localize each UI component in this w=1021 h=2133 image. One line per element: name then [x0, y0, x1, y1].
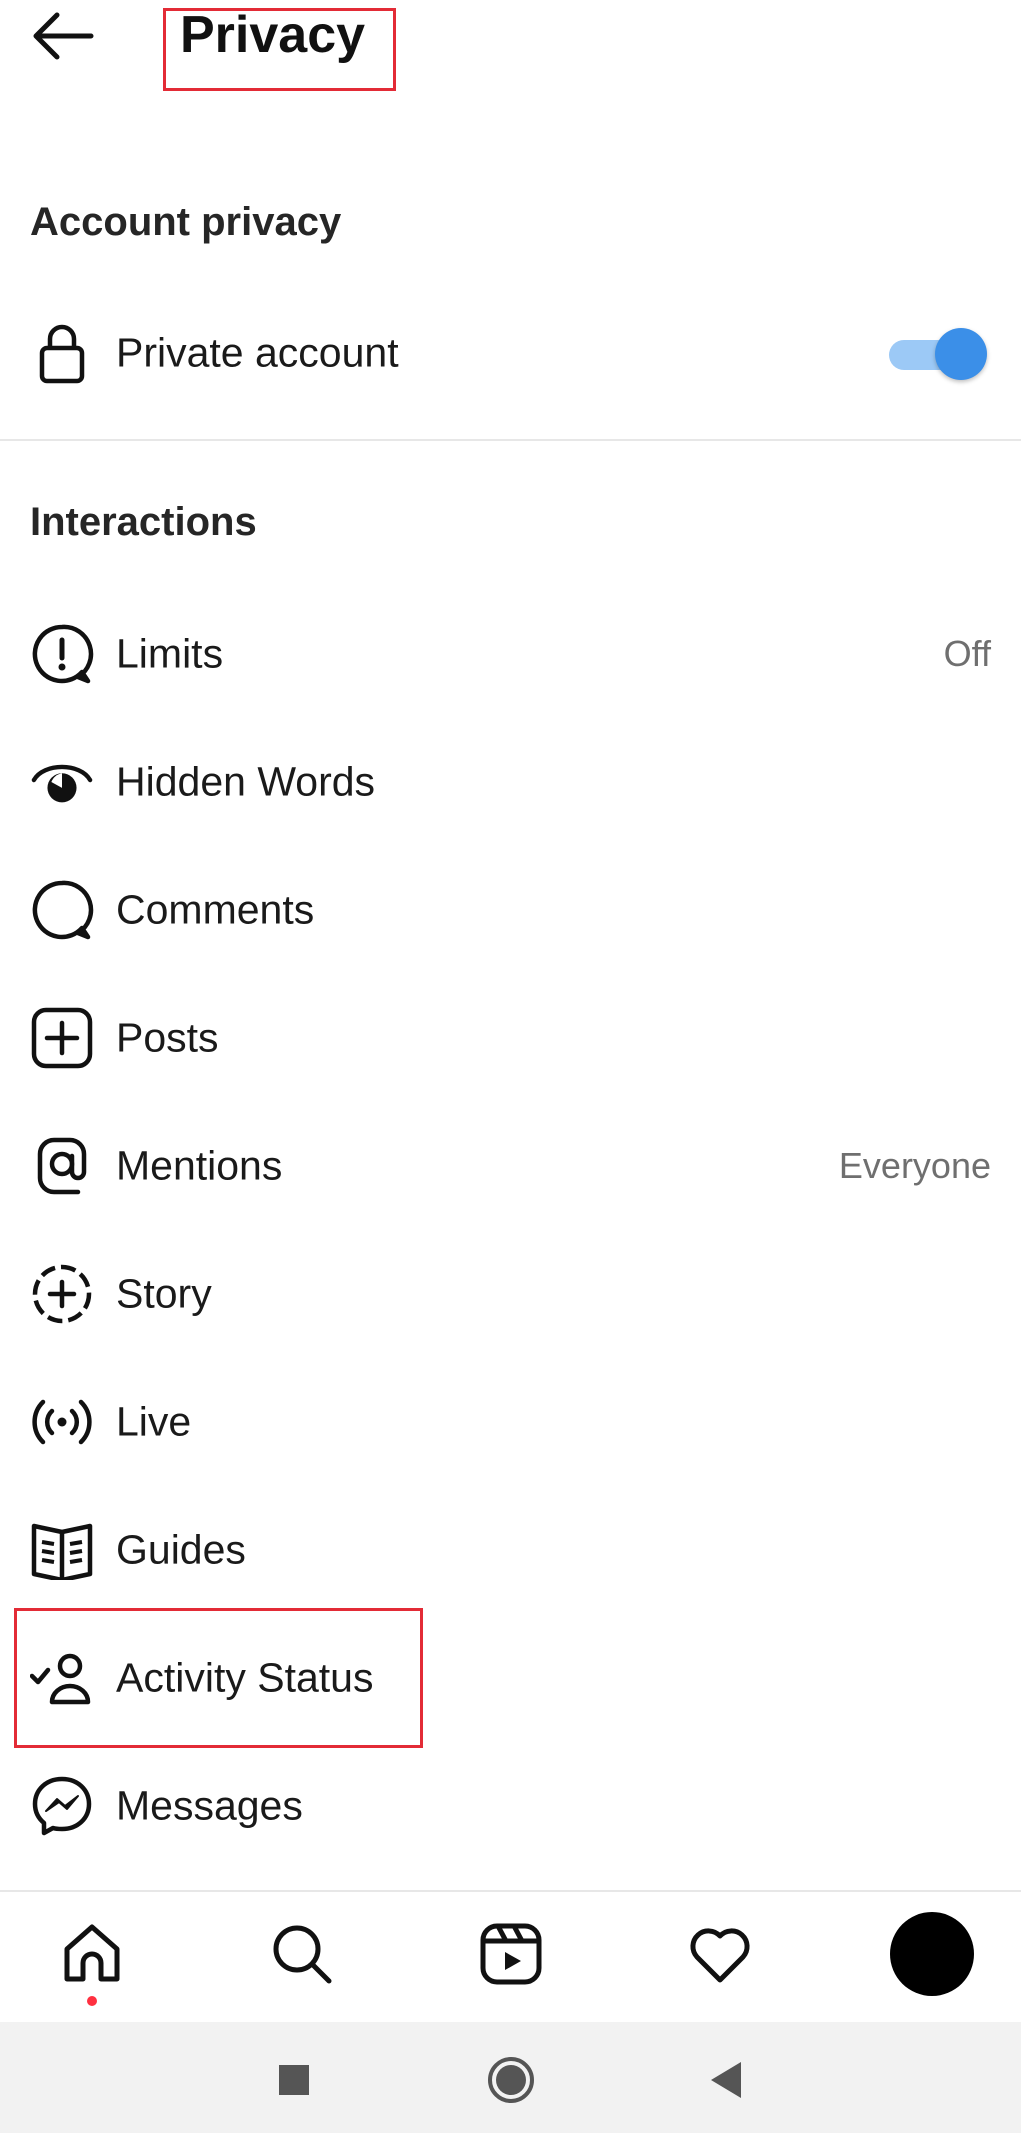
- messenger-icon: [30, 1774, 94, 1838]
- story-add-icon: [30, 1262, 94, 1326]
- menu-item-posts[interactable]: Posts: [0, 988, 1021, 1088]
- recents-square-icon: [279, 2065, 309, 2095]
- system-back-button[interactable]: [695, 2050, 755, 2110]
- limits-alert-icon: [30, 622, 94, 686]
- hidden-eye-icon: [30, 750, 94, 814]
- section-heading-account-privacy: Account privacy: [30, 200, 342, 244]
- highlight-box-title: [163, 8, 396, 91]
- private-account-row[interactable]: Private account: [0, 303, 1021, 403]
- recents-button[interactable]: [264, 2050, 324, 2110]
- nav-activity-button[interactable]: [680, 1914, 760, 1994]
- menu-item-label: Mentions: [116, 1142, 283, 1189]
- menu-item-comments[interactable]: Comments: [0, 860, 1021, 960]
- nav-reels-button[interactable]: [471, 1914, 551, 1994]
- menu-item-limits[interactable]: Limits Off: [0, 604, 1021, 704]
- menu-item-label: Comments: [116, 886, 315, 933]
- menu-item-label: Limits: [116, 630, 224, 677]
- arrow-left-icon: [33, 12, 94, 60]
- menu-item-mentions[interactable]: Mentions Everyone: [0, 1116, 1021, 1216]
- privacy-screen: Privacy Account privacy Private account …: [0, 0, 1021, 2133]
- header: Privacy: [0, 0, 1021, 110]
- private-account-label: Private account: [116, 329, 399, 376]
- menu-item-value: Everyone: [838, 1145, 991, 1186]
- menu-item-label: Story: [116, 1270, 212, 1317]
- menu-item-label: Live: [116, 1398, 192, 1445]
- section-divider: [0, 439, 1021, 441]
- back-triangle-icon: [711, 2062, 741, 2098]
- private-account-toggle[interactable]: [889, 326, 989, 380]
- toggle-knob: [935, 328, 987, 380]
- menu-item-live[interactable]: Live: [0, 1372, 1021, 1472]
- home-icon: [64, 1924, 120, 1982]
- menu-item-value: Off: [943, 633, 991, 674]
- bottom-nav: [0, 1890, 1021, 2024]
- nav-profile-button[interactable]: [888, 1910, 976, 1998]
- comment-icon: [30, 878, 94, 942]
- reels-icon: [480, 1923, 542, 1985]
- menu-item-guides[interactable]: Guides: [0, 1500, 1021, 1600]
- profile-avatar: [890, 1912, 974, 1996]
- plus-square-icon: [30, 1006, 94, 1070]
- heart-icon: [690, 1928, 750, 1983]
- menu-item-label: Messages: [116, 1782, 303, 1829]
- lock-icon: [30, 321, 94, 385]
- at-sign-icon: [30, 1134, 94, 1198]
- system-home-button[interactable]: [481, 2050, 541, 2110]
- nav-search-button[interactable]: [262, 1914, 342, 1994]
- back-button[interactable]: [28, 6, 98, 66]
- nav-home-button[interactable]: [52, 1914, 132, 2006]
- highlight-box-activity-status: [14, 1608, 423, 1748]
- menu-item-hidden-words[interactable]: Hidden Words: [0, 732, 1021, 832]
- home-circle-icon: [488, 2057, 534, 2103]
- live-broadcast-icon: [30, 1390, 94, 1454]
- menu-item-label: Guides: [116, 1526, 246, 1573]
- section-heading-interactions: Interactions: [30, 500, 257, 544]
- system-nav-bar: [0, 2022, 1021, 2133]
- notification-dot: [87, 1996, 97, 2006]
- search-icon: [273, 1925, 332, 1984]
- guides-book-icon: [30, 1518, 94, 1582]
- menu-item-story[interactable]: Story: [0, 1244, 1021, 1344]
- menu-item-messages[interactable]: Messages: [0, 1756, 1021, 1856]
- menu-item-label: Posts: [116, 1014, 219, 1061]
- menu-item-label: Hidden Words: [116, 758, 376, 805]
